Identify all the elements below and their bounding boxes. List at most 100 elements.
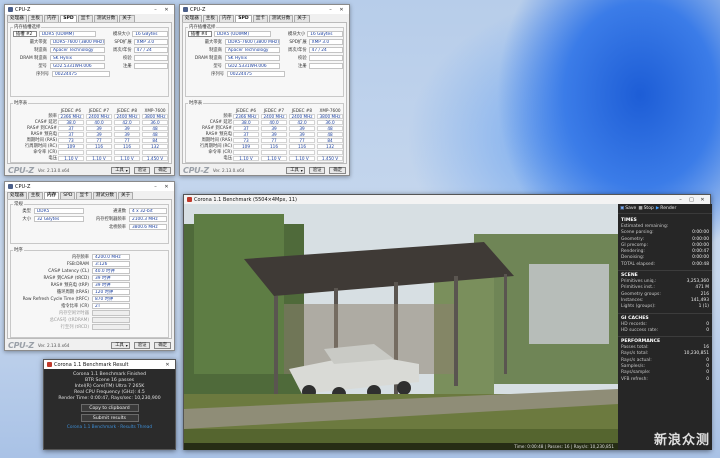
watermark: 新浪众测 xyxy=(653,433,710,448)
submit-results-button[interactable]: Submit results xyxy=(80,414,139,422)
close-button[interactable]: ✕ xyxy=(163,362,172,368)
ok-button[interactable]: 确定 xyxy=(154,341,171,349)
tab-about[interactable]: 关于 xyxy=(119,15,135,22)
ok-button[interactable]: 确定 xyxy=(154,166,171,174)
stop-button[interactable]: ■ Stop xyxy=(638,206,654,211)
tab-graphics[interactable]: 显卡 xyxy=(252,15,268,22)
cpuz-spd-window-2: CPU-Z – ✕ 处理器 主板 内存 SPD 显卡 测试分数 关于 内存插槽选择 … xyxy=(179,4,350,176)
copy-to-clipboard-button[interactable]: Copy to clipboard xyxy=(80,404,139,412)
tools-button[interactable]: 工具 xyxy=(286,166,305,174)
footer: CPU-Z Ver. 2.13.0.x64 工具 验证 确定 xyxy=(180,165,349,175)
stats-panel: ▣ Save ■ Stop ▶ Render TIMES Estimated rema… xyxy=(618,204,712,450)
spd-timing-table: JEDEC #6 JEDEC #7 JEDEC #8 XMP-7600 频率 2366 … xyxy=(188,107,348,161)
results-thread-link[interactable]: Corona 1.1 Benchmark · Results Thread xyxy=(44,425,175,430)
rendered-scene-image xyxy=(184,204,618,450)
tab-bar: 处理器 主板 内存 SPD 显卡 测试分数 关于 xyxy=(5,14,174,22)
titlebar[interactable]: CPU-Z – ✕ xyxy=(5,5,174,14)
module-type: DDR5 (UDIMM) xyxy=(38,31,97,37)
minimize-button[interactable]: – xyxy=(676,197,685,203)
tab-cpu[interactable]: 处理器 xyxy=(7,15,27,22)
maximize-button[interactable]: □ xyxy=(687,197,696,203)
general-group: 常规 类型 DDR5 通道数 4 x 32-bit 大小 32 GBytes 内存控制器频… xyxy=(10,202,169,244)
window-title: CPU-Z xyxy=(15,6,31,13)
tab-bench[interactable]: 测试分数 xyxy=(268,15,294,22)
tab-bench[interactable]: 测试分数 xyxy=(92,192,118,199)
tab-memory[interactable]: 内存 xyxy=(44,192,60,199)
tab-about[interactable]: 关于 xyxy=(294,15,310,22)
render-status-bar: Time: 0:00:48 | Passes: 16 | Rays/s: 10,… xyxy=(184,443,618,450)
close-button[interactable]: ✕ xyxy=(337,7,346,13)
stat-row: Lights (groups): 1 (1) xyxy=(621,304,709,310)
tab-bar: 处理器 主板 内存 SPD 显卡 测试分数 关于 xyxy=(5,191,174,199)
tab-graphics[interactable]: 显卡 xyxy=(76,192,92,199)
stat-row: HD success rate: 0 xyxy=(621,327,709,333)
cpuz-app-icon xyxy=(8,7,13,12)
minimize-button[interactable]: – xyxy=(326,7,335,13)
window-title: Corona 1.1 Benchmark (5504×4Mpx, 11) xyxy=(194,196,297,203)
section-scene: SCENE xyxy=(618,270,712,279)
validate-button[interactable]: 验证 xyxy=(308,166,326,174)
tab-graphics[interactable]: 显卡 xyxy=(77,15,93,22)
render-button[interactable]: ▶ Render xyxy=(656,206,677,211)
tab-spd[interactable]: SPD xyxy=(60,192,76,199)
titlebar[interactable]: CPU-Z – ✕ xyxy=(5,182,174,191)
ok-button[interactable]: 确定 xyxy=(329,166,346,174)
close-button[interactable]: ✕ xyxy=(698,197,707,203)
section-times: TIMES xyxy=(621,218,637,223)
timings-group: 时序 内存频率 4200.0 MHz FSB:DRAM 3:126 CAS# Lat… xyxy=(10,248,169,338)
slot-group: 内存插槽选择 插槽 #2 DDR5 (UDIMM) 模块大小 16 GBytes… xyxy=(10,25,169,97)
save-button[interactable]: ▣ Save xyxy=(620,206,636,211)
cpuz-spd-window-1: CPU-Z – ✕ 处理器 主板 内存 SPD 显卡 测试分数 关于 内存插槽选择 … xyxy=(4,4,175,176)
footer: CPU-Z Ver. 2.13.0.x64 工具 验证 确定 xyxy=(5,165,174,175)
tab-cpu[interactable]: 处理器 xyxy=(7,192,27,199)
module-size: 16 GBytes xyxy=(132,31,168,37)
render-toolbar: ▣ Save ■ Stop ▶ Render xyxy=(618,204,712,214)
cpuz-memory-window: CPU-Z – ✕ 处理器 主板 内存 SPD 显卡 测试分数 关于 常规 类型 DD… xyxy=(4,181,175,351)
tab-cpu[interactable]: 处理器 xyxy=(182,15,202,22)
tab-about[interactable]: 关于 xyxy=(118,192,134,199)
titlebar[interactable]: CPU-Z – ✕ xyxy=(180,5,349,14)
timing-table-group: 时序表 JEDEC #6 JEDEC #7 JEDEC #8 XMP-7600 频率 2… xyxy=(10,101,169,163)
cpuz-logo: CPU-Z xyxy=(183,165,209,175)
tab-bench[interactable]: 测试分数 xyxy=(93,15,119,22)
section-performance: PERFORMANCE xyxy=(618,336,712,345)
tab-memory[interactable]: 内存 xyxy=(219,15,235,22)
tab-mainboard[interactable]: 主板 xyxy=(27,15,43,22)
section-gi-caches: GI CACHES xyxy=(618,312,712,322)
spd-timing-table: JEDEC #6 JEDEC #7 JEDEC #8 XMP-7600 频率 2366 … xyxy=(13,107,173,161)
minimize-button[interactable]: – xyxy=(151,184,160,190)
validate-button[interactable]: 验证 xyxy=(133,341,151,349)
slot-select[interactable]: 插槽 #4 xyxy=(188,31,212,37)
benchmark-result-dialog: Corona 1.1 Benchmark Result ✕ Corona 1.1 … xyxy=(43,359,176,450)
render-viewport[interactable]: Time: 0:00:48 | Passes: 16 | Rays/s: 10,… xyxy=(184,204,618,450)
tab-mainboard[interactable]: 主板 xyxy=(202,15,218,22)
corona-app-icon xyxy=(47,362,52,367)
memory-size: 32 GBytes xyxy=(34,216,84,222)
stop-icon: ■ xyxy=(638,206,643,211)
tab-spd[interactable]: SPD xyxy=(235,15,252,22)
corona-benchmark-window: Corona 1.1 Benchmark (5504×4Mpx, 11) – □ ✕ … xyxy=(183,194,712,450)
tools-button[interactable]: 工具 xyxy=(111,166,130,174)
cpuz-app-icon xyxy=(8,184,13,189)
tab-spd[interactable]: SPD xyxy=(60,15,77,22)
table-row: 电压 1.10 V 1.10 V 1.10 V 1.450 V xyxy=(13,155,173,161)
stat-row: VFB refresh: 0 xyxy=(621,376,709,382)
cpuz-logo: CPU-Z xyxy=(8,340,34,350)
titlebar[interactable]: Corona 1.1 Benchmark Result ✕ xyxy=(44,360,175,369)
tab-mainboard[interactable]: 主板 xyxy=(27,192,43,199)
tab-bar: 处理器 主板 内存 SPD 显卡 测试分数 关于 xyxy=(180,14,349,22)
validate-button[interactable]: 验证 xyxy=(133,166,151,174)
footer: CPU-Z Ver. 2.13.0.x64 工具 验证 确定 xyxy=(5,340,174,350)
memory-type: DDR5 xyxy=(34,208,84,214)
close-button[interactable]: ✕ xyxy=(162,7,171,13)
tools-button[interactable]: 工具 xyxy=(111,341,130,349)
titlebar[interactable]: Corona 1.1 Benchmark (5504×4Mpx, 11) – □ ✕ xyxy=(184,195,710,204)
cpuz-logo: CPU-Z xyxy=(8,165,34,175)
slot-select[interactable]: 插槽 #2 xyxy=(13,31,37,37)
corona-app-icon xyxy=(187,197,192,202)
close-button[interactable]: ✕ xyxy=(162,184,171,190)
render-icon: ▶ xyxy=(655,206,660,211)
tab-memory[interactable]: 内存 xyxy=(44,15,60,22)
minimize-button[interactable]: – xyxy=(151,7,160,13)
save-icon: ▣ xyxy=(620,206,625,211)
